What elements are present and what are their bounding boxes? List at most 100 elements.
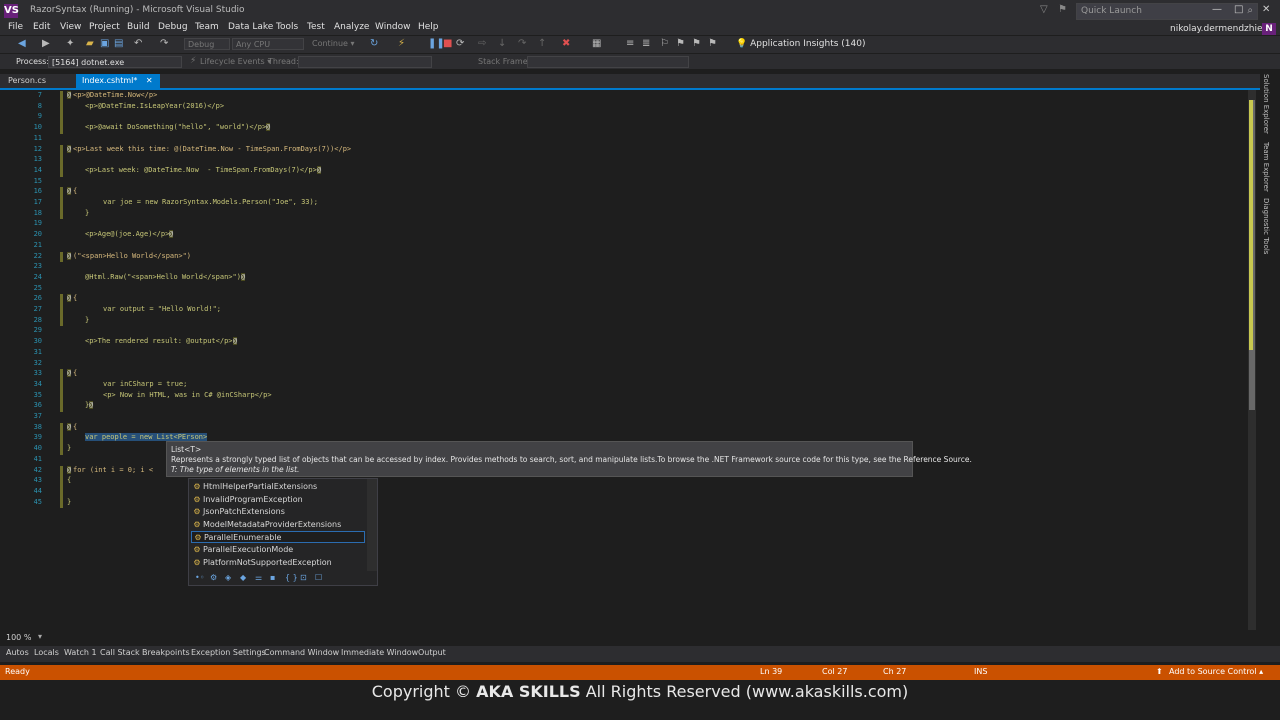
code-line[interactable]: <p>The rendered result: @output</p>	[85, 337, 233, 345]
code-line[interactable]: }	[85, 316, 89, 324]
code-line[interactable]: var output = "Hello World!";	[103, 305, 221, 313]
intellisense-completion-list[interactable]: ⚙ HtmlHelperPartialExtensions ⚙ InvalidProg…	[188, 478, 378, 586]
code-line[interactable]: var joe = new RazorSyntax.Models.Person(…	[103, 198, 318, 206]
solution-platform-select[interactable]: Any CPU	[232, 38, 304, 50]
code-line[interactable]: {	[67, 476, 71, 484]
continue-button[interactable]: Continue ▾	[312, 39, 355, 48]
completion-item[interactable]: ⚙ ParallelExecutionMode	[191, 544, 365, 556]
menu-tools[interactable]: Tools	[276, 22, 298, 32]
menu-test[interactable]: Test	[307, 22, 325, 32]
redo-icon[interactable]: ↷	[160, 38, 168, 49]
new-project-icon[interactable]: ✦	[66, 38, 74, 49]
code-line[interactable]: @Html.Raw("<span>Hello World</span>")	[85, 273, 241, 281]
completion-filter-icon[interactable]: ☐	[315, 573, 322, 582]
next-bookmark-icon[interactable]: ⚑	[676, 38, 685, 49]
code-line[interactable]: ("<span>Hello World</span>")	[73, 252, 191, 260]
comment-icon[interactable]: ≡	[626, 38, 634, 49]
tab-breakpoints[interactable]: Breakpoints	[142, 648, 190, 657]
menu-file[interactable]: File	[8, 22, 23, 32]
zoom-level[interactable]: 100 %	[6, 633, 31, 642]
completion-item[interactable]: ⚙ HtmlHelperPartialExtensions	[191, 481, 365, 493]
zoom-dropdown-icon[interactable]: ▾	[38, 632, 42, 641]
quick-launch-input[interactable]: Quick Launch ⌕	[1076, 3, 1258, 20]
completion-item[interactable]: ⚙ ModelMetadataProviderExtensions	[191, 519, 365, 531]
avatar[interactable]: N	[1262, 23, 1276, 35]
completion-filter-icon[interactable]: { }	[285, 573, 298, 582]
clear-bookmarks-icon[interactable]: ⚑	[708, 38, 717, 49]
code-line[interactable]: }	[67, 498, 71, 506]
tab-call-stack[interactable]: Call Stack	[100, 648, 140, 657]
completion-item[interactable]: ⚙ ParallelEnumerable	[191, 531, 365, 544]
process-select[interactable]: [5164] dotnet.exe	[48, 56, 182, 68]
tab-locals[interactable]: Locals	[34, 648, 59, 657]
menu-data-lake[interactable]: Data Lake	[228, 22, 273, 32]
code-line[interactable]: {	[73, 369, 77, 377]
maximize-icon[interactable]: □	[1234, 4, 1243, 15]
completion-item[interactable]: ⚙ PlatformNotSupportedException	[191, 557, 365, 569]
undo-icon[interactable]: ↶	[134, 38, 142, 49]
completion-filter-icon[interactable]: ⚌	[255, 573, 262, 582]
prev-bookmark-icon[interactable]: ⚑	[692, 38, 701, 49]
restart-icon[interactable]: ⟳	[456, 38, 464, 49]
bookmark-icon[interactable]: ⚐	[660, 38, 669, 49]
user-account-name[interactable]: nikolay.dermendzhiev	[1170, 24, 1268, 34]
completion-filter-icon[interactable]: ⊡	[300, 573, 307, 582]
tab-exception-settings[interactable]: Exception Settings	[191, 648, 266, 657]
application-insights-button[interactable]: 💡 Application Insights (140)	[736, 39, 866, 49]
intellisense-scrollbar[interactable]	[367, 479, 377, 571]
team-explorer-tab[interactable]: Team Explorer	[1262, 142, 1270, 192]
lifecycle-events-button[interactable]: Lifecycle Events ▾	[200, 57, 271, 66]
completion-filter-icon[interactable]: ⚙	[210, 573, 217, 582]
completion-filter-icon[interactable]: ▪	[270, 573, 275, 582]
code-line[interactable]: for (int i = 0; i <	[73, 466, 153, 474]
menu-help[interactable]: Help	[418, 22, 439, 32]
browser-link-icon[interactable]: ⚡	[398, 38, 405, 49]
tab-output[interactable]: Output	[418, 648, 446, 657]
stack-frame-select[interactable]	[527, 56, 689, 68]
code-line[interactable]: <p>Last week: @DateTime.Now - TimeSpan.F…	[85, 166, 317, 174]
navigate-forward-icon[interactable]: ▶	[42, 38, 50, 49]
tab-watch-1[interactable]: Watch 1	[64, 648, 97, 657]
tab-index-cshtml[interactable]: Index.cshtml* ✕	[76, 74, 160, 88]
save-icon[interactable]: ▣	[100, 38, 109, 49]
open-file-icon[interactable]: ▰	[86, 38, 94, 49]
menu-analyze[interactable]: Analyze	[334, 22, 369, 32]
solution-explorer-tab[interactable]: Solution Explorer	[1262, 74, 1270, 134]
exception-icon[interactable]: ✖	[562, 38, 570, 49]
code-line[interactable]: <p> Now in HTML, was in C# @inCSharp</p>	[103, 391, 272, 399]
menu-project[interactable]: Project	[89, 22, 120, 32]
add-to-source-control-button[interactable]: Add to Source Control ▴	[1169, 667, 1263, 676]
completion-filter-icon[interactable]: ◈	[225, 573, 231, 582]
menu-view[interactable]: View	[60, 22, 81, 32]
code-line[interactable]: }	[67, 444, 71, 452]
show-next-statement-icon[interactable]: ⇨	[478, 38, 486, 49]
code-line[interactable]: <p>Last week this time: @(DateTime.Now -…	[73, 145, 351, 153]
code-line[interactable]: <p>@DateTime.Now</p>	[73, 91, 157, 99]
solution-configuration-select[interactable]: Debug	[184, 38, 230, 50]
completion-filter-icon[interactable]: •◦	[195, 573, 204, 582]
step-over-icon[interactable]: ↷	[518, 38, 526, 49]
close-icon[interactable]: ✕	[146, 76, 153, 85]
completion-item[interactable]: ⚙ JsonPatchExtensions	[191, 506, 365, 518]
completion-item[interactable]: ⚙ InvalidProgramException	[191, 494, 365, 506]
menu-window[interactable]: Window	[375, 22, 411, 32]
code-line[interactable]: {	[73, 294, 77, 302]
menu-edit[interactable]: Edit	[33, 22, 50, 32]
menu-debug[interactable]: Debug	[158, 22, 188, 32]
tab-command-window[interactable]: Command Window	[264, 648, 339, 657]
tab-immediate-window[interactable]: Immediate Window	[341, 648, 418, 657]
filter-icon[interactable]: ▽	[1040, 4, 1048, 15]
tab-person-cs[interactable]: Person.cs	[2, 74, 52, 88]
tab-autos[interactable]: Autos	[6, 648, 29, 657]
code-line[interactable]: var inCSharp = true;	[103, 380, 187, 388]
code-line[interactable]: {	[73, 423, 77, 431]
diagnostic-tools-tab[interactable]: Diagnostic Tools	[1262, 198, 1270, 254]
uncomment-icon[interactable]: ≣	[642, 38, 650, 49]
minimize-icon[interactable]: —	[1212, 4, 1222, 15]
step-out-icon[interactable]: ↑	[538, 38, 546, 49]
save-all-icon[interactable]: ▤	[114, 38, 123, 49]
menu-build[interactable]: Build	[127, 22, 150, 32]
step-into-icon[interactable]: ↓	[498, 38, 506, 49]
code-line[interactable]: <p>Age@(joe.Age)</p>	[85, 230, 169, 238]
search-icon[interactable]: ⌕	[1247, 5, 1253, 16]
